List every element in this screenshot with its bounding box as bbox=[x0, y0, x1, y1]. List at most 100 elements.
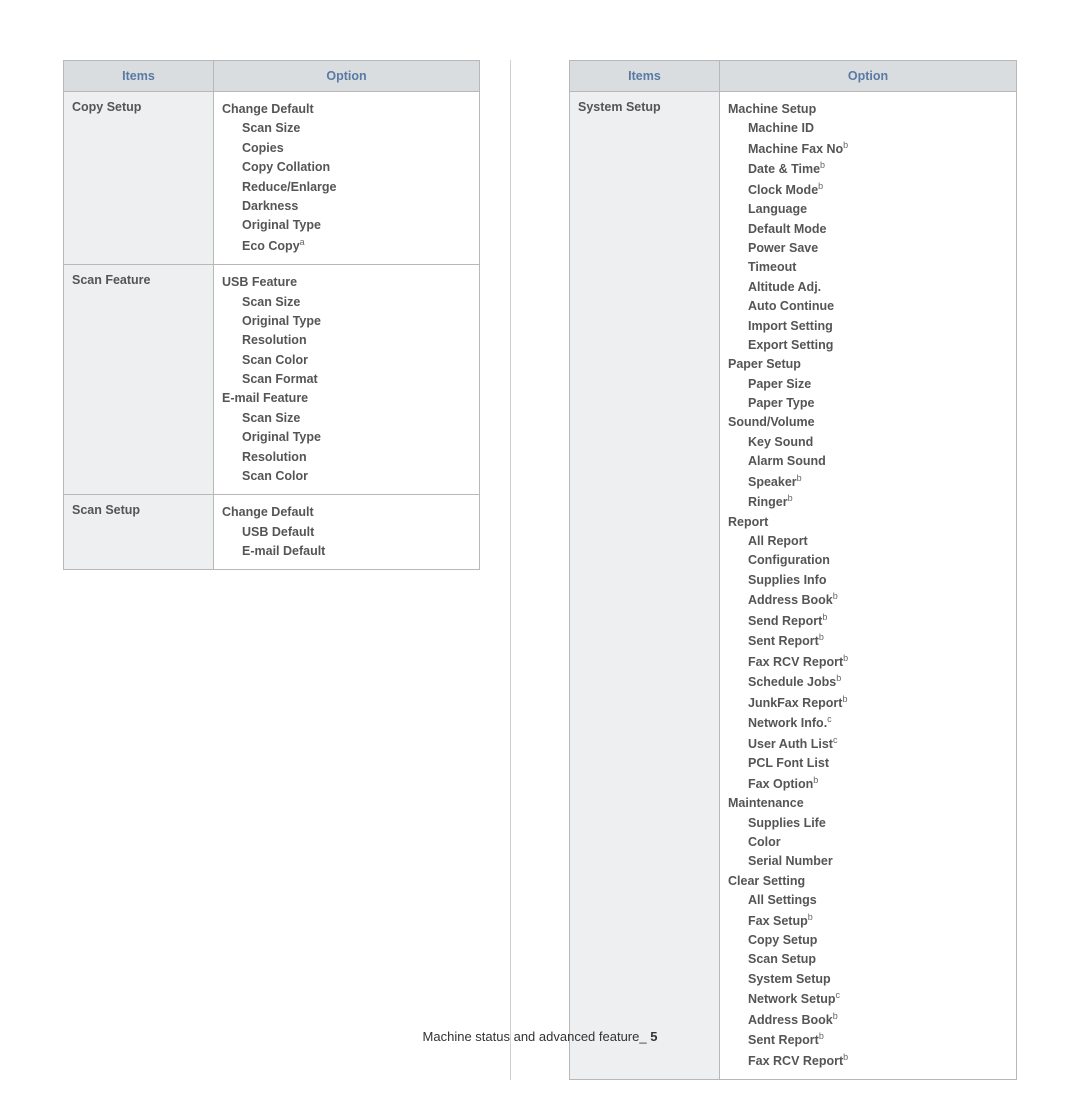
footnote-marker: c bbox=[833, 735, 838, 745]
option-item: Resolution bbox=[222, 331, 471, 350]
option-item: Machine ID bbox=[728, 119, 1008, 138]
option-item: Ringerb bbox=[728, 492, 1008, 513]
item-cell: Copy Setup bbox=[64, 92, 214, 265]
footer-text: Machine status and advanced feature_ bbox=[423, 1029, 651, 1044]
option-item: Machine Setup bbox=[728, 100, 1008, 119]
option-item: Change Default bbox=[222, 503, 471, 522]
option-item: Supplies Info bbox=[728, 571, 1008, 590]
option-item: All Report bbox=[728, 532, 1008, 551]
table-row: Scan FeatureUSB FeatureScan SizeOriginal… bbox=[64, 265, 480, 495]
option-item: Scan Size bbox=[222, 409, 471, 428]
option-item: All Settings bbox=[728, 891, 1008, 910]
option-item: Network Setupc bbox=[728, 989, 1008, 1010]
page-number: 5 bbox=[650, 1029, 657, 1044]
footnote-marker: b bbox=[819, 632, 824, 642]
option-cell: Machine SetupMachine IDMachine Fax NobDa… bbox=[720, 92, 1017, 1080]
header-option: Option bbox=[720, 61, 1017, 92]
option-item: Scan Color bbox=[222, 351, 471, 370]
option-item: Schedule Jobsb bbox=[728, 672, 1008, 693]
left-table: Items Option Copy SetupChange DefaultSca… bbox=[63, 60, 480, 570]
header-option: Option bbox=[214, 61, 480, 92]
footnote-marker: b bbox=[818, 181, 823, 191]
option-item: Auto Continue bbox=[728, 297, 1008, 316]
option-item: E-mail Default bbox=[222, 542, 471, 561]
option-item: User Auth Listc bbox=[728, 734, 1008, 755]
option-item: JunkFax Reportb bbox=[728, 693, 1008, 714]
option-item: Clock Modeb bbox=[728, 180, 1008, 201]
footnote-marker: b bbox=[808, 912, 813, 922]
option-item: Eco Copya bbox=[222, 236, 471, 257]
option-item: Color bbox=[728, 833, 1008, 852]
footnote-marker: b bbox=[788, 493, 793, 503]
option-item: Copy Collation bbox=[222, 158, 471, 177]
option-item: Import Setting bbox=[728, 317, 1008, 336]
option-item: Scan Color bbox=[222, 467, 471, 486]
option-item: Copies bbox=[222, 139, 471, 158]
option-item: Fax RCV Reportb bbox=[728, 1051, 1008, 1072]
option-item: Reduce/Enlarge bbox=[222, 178, 471, 197]
option-item: Original Type bbox=[222, 216, 471, 235]
option-list: Change DefaultScan SizeCopiesCopy Collat… bbox=[222, 100, 471, 256]
footnote-marker: b bbox=[833, 591, 838, 601]
option-item: Scan Size bbox=[222, 293, 471, 312]
footnote-marker: b bbox=[813, 775, 818, 785]
option-item: Resolution bbox=[222, 448, 471, 467]
footnote-marker: b bbox=[797, 473, 802, 483]
table-row: Scan SetupChange DefaultUSB DefaultE-mai… bbox=[64, 495, 480, 570]
footnote-marker: b bbox=[842, 694, 847, 704]
option-item: Scan Format bbox=[222, 370, 471, 389]
option-item: Timeout bbox=[728, 258, 1008, 277]
option-item: System Setup bbox=[728, 970, 1008, 989]
option-item: Clear Setting bbox=[728, 872, 1008, 891]
footnote-marker: b bbox=[836, 673, 841, 683]
option-item: Language bbox=[728, 200, 1008, 219]
footnote-marker: b bbox=[843, 1052, 848, 1062]
header-items: Items bbox=[64, 61, 214, 92]
option-item: Network Info.c bbox=[728, 713, 1008, 734]
option-item: Altitude Adj. bbox=[728, 278, 1008, 297]
option-item: Sound/Volume bbox=[728, 413, 1008, 432]
option-item: Copy Setup bbox=[728, 931, 1008, 950]
option-item: Darkness bbox=[222, 197, 471, 216]
footnote-marker: b bbox=[820, 160, 825, 170]
option-cell: USB FeatureScan SizeOriginal TypeResolut… bbox=[214, 265, 480, 495]
right-column: Items Option System SetupMachine SetupMa… bbox=[569, 60, 1017, 1080]
option-list: USB FeatureScan SizeOriginal TypeResolut… bbox=[222, 273, 471, 486]
option-cell: Change DefaultUSB DefaultE-mail Default bbox=[214, 495, 480, 570]
option-item: Fax Optionb bbox=[728, 774, 1008, 795]
option-item: E-mail Feature bbox=[222, 389, 471, 408]
page-content: Items Option Copy SetupChange DefaultSca… bbox=[0, 0, 1080, 1120]
option-item: USB Feature bbox=[222, 273, 471, 292]
footnote-marker: c bbox=[836, 990, 841, 1000]
option-item: Address Bookb bbox=[728, 1010, 1008, 1031]
item-cell: Scan Setup bbox=[64, 495, 214, 570]
option-item: Machine Fax Nob bbox=[728, 139, 1008, 160]
header-items: Items bbox=[570, 61, 720, 92]
option-list: Machine SetupMachine IDMachine Fax NobDa… bbox=[728, 100, 1008, 1071]
option-cell: Change DefaultScan SizeCopiesCopy Collat… bbox=[214, 92, 480, 265]
option-item: Paper Type bbox=[728, 394, 1008, 413]
footnote-marker: a bbox=[300, 237, 305, 247]
table-row: System SetupMachine SetupMachine IDMachi… bbox=[570, 92, 1017, 1080]
option-list: Change DefaultUSB DefaultE-mail Default bbox=[222, 503, 471, 561]
option-item: Power Save bbox=[728, 239, 1008, 258]
option-item: Serial Number bbox=[728, 852, 1008, 871]
left-column: Items Option Copy SetupChange DefaultSca… bbox=[63, 60, 511, 1080]
option-item: Scan Setup bbox=[728, 950, 1008, 969]
option-item: Paper Size bbox=[728, 375, 1008, 394]
table-row: Copy SetupChange DefaultScan SizeCopiesC… bbox=[64, 92, 480, 265]
page-footer: Machine status and advanced feature_ 5 bbox=[0, 1029, 1080, 1044]
option-item: Default Mode bbox=[728, 220, 1008, 239]
option-item: Report bbox=[728, 513, 1008, 532]
option-item: Configuration bbox=[728, 551, 1008, 570]
footnote-marker: b bbox=[833, 1011, 838, 1021]
option-item: Supplies Life bbox=[728, 814, 1008, 833]
option-item: Fax Setupb bbox=[728, 911, 1008, 932]
footnote-marker: b bbox=[843, 653, 848, 663]
option-item: Address Bookb bbox=[728, 590, 1008, 611]
footnote-marker: b bbox=[843, 140, 848, 150]
item-cell: System Setup bbox=[570, 92, 720, 1080]
option-item: Maintenance bbox=[728, 794, 1008, 813]
option-item: Sent Reportb bbox=[728, 631, 1008, 652]
option-item: Alarm Sound bbox=[728, 452, 1008, 471]
